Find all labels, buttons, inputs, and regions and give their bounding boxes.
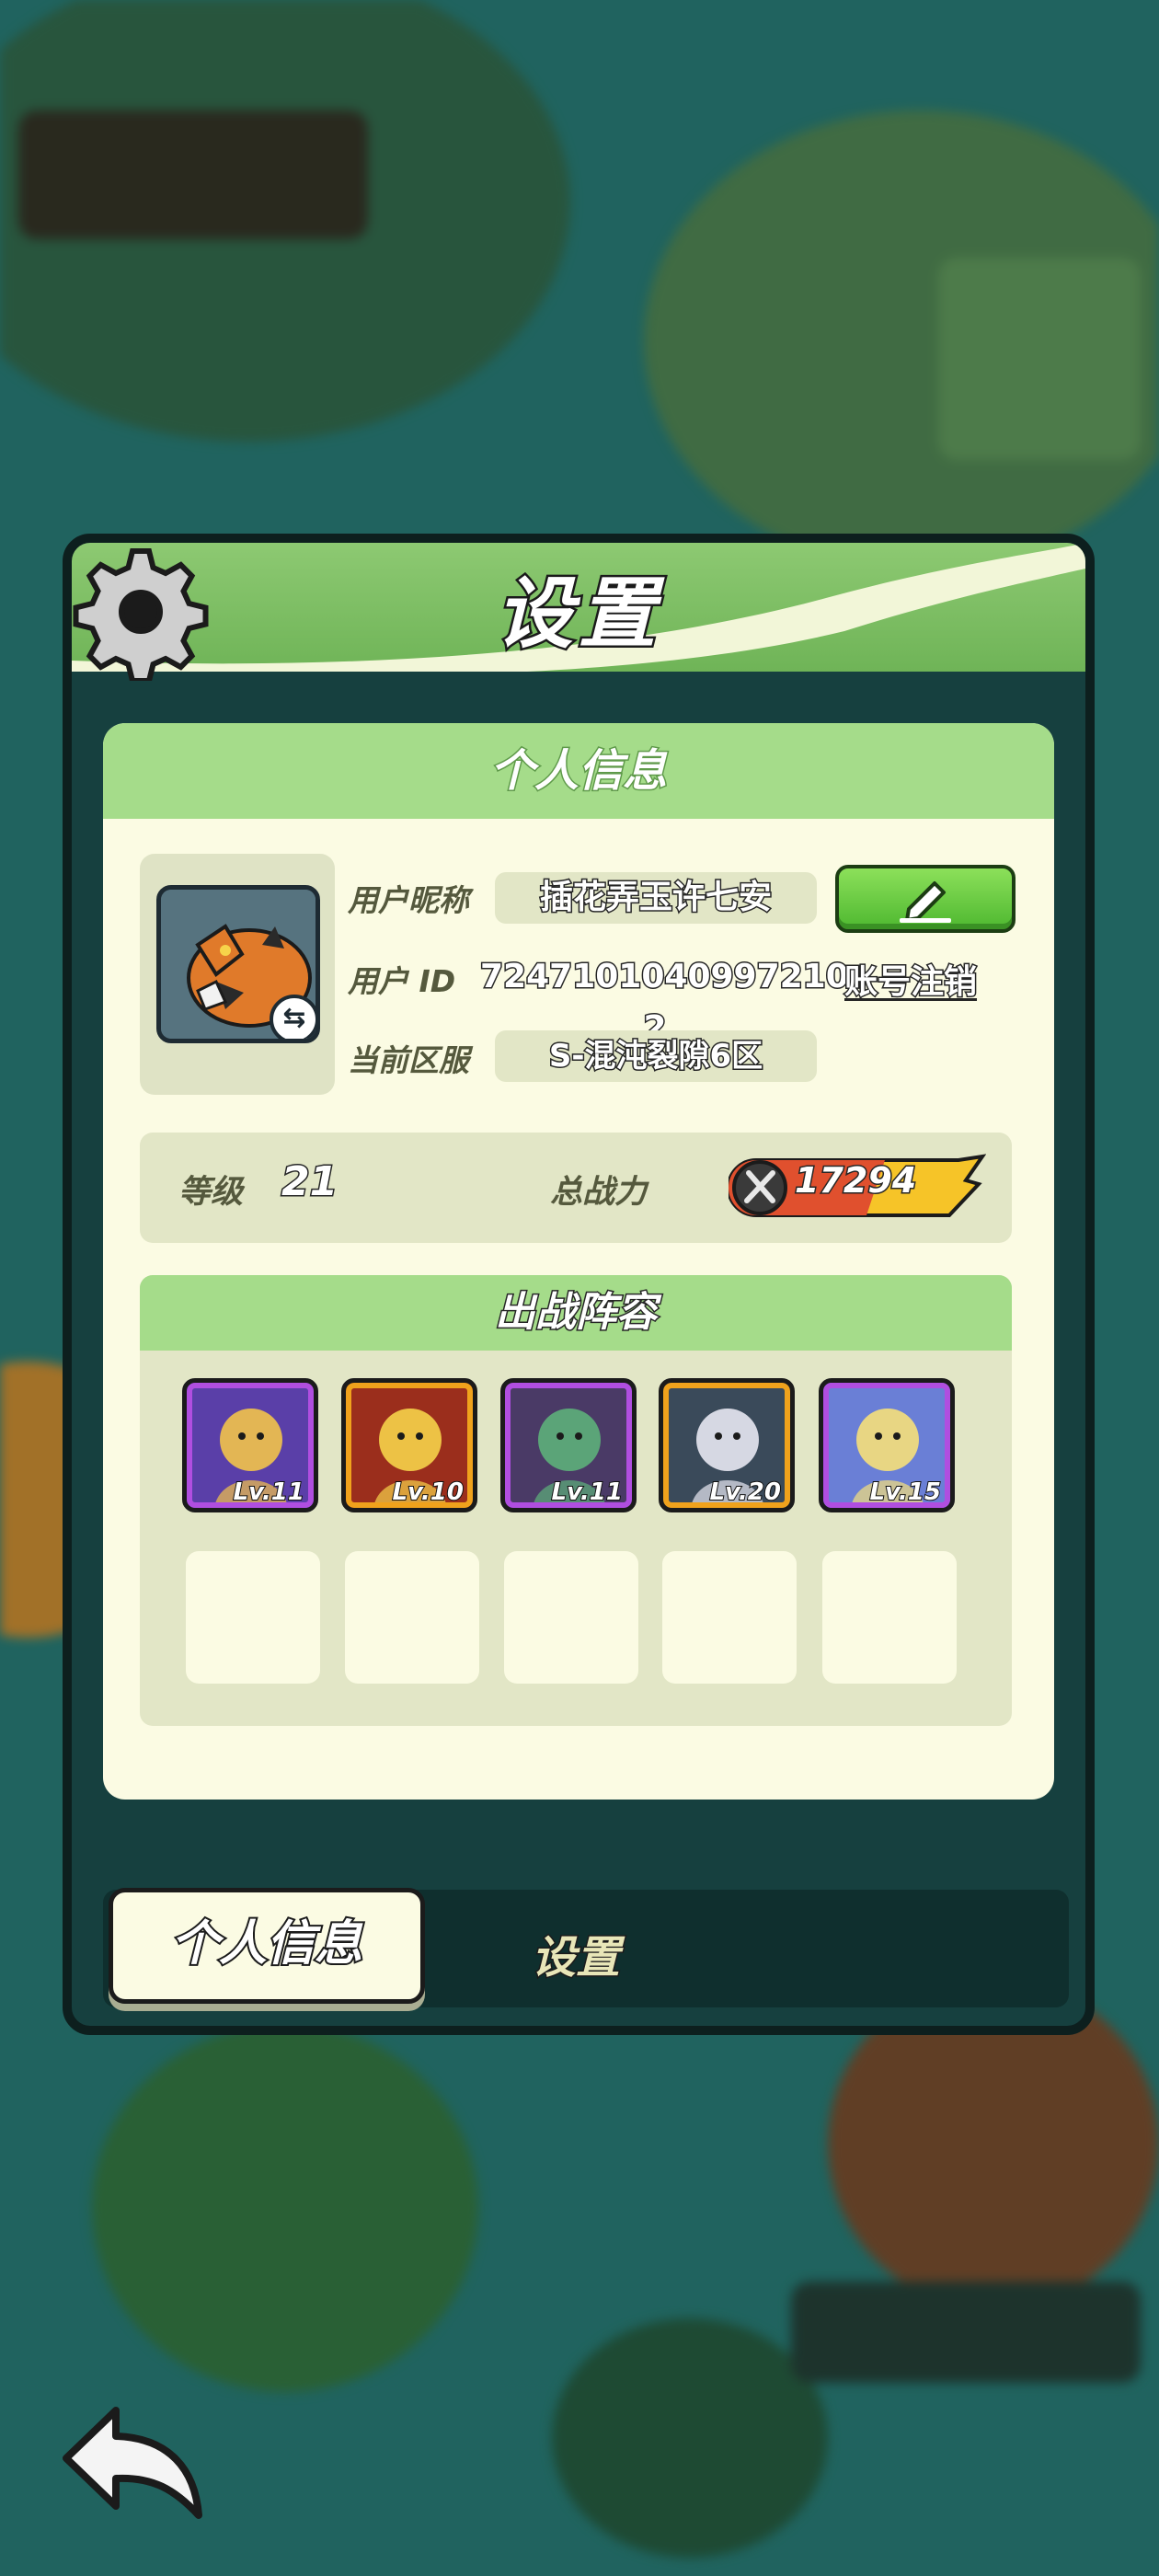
nickname-value: 插花弄玉许七安 bbox=[495, 872, 817, 924]
card-title: 个人信息 bbox=[103, 723, 1054, 819]
server-value: S-混沌裂隙6区 bbox=[495, 1030, 817, 1082]
power-value: 17294 bbox=[793, 1159, 917, 1202]
tab-settings[interactable]: 设置 bbox=[530, 1921, 621, 1985]
server-label: 当前区服 bbox=[348, 1042, 469, 1078]
settings-panel: 设置 个人信息 ⇆ 用户昵称 插花弄玉许七安 用户 ID 72471010409… bbox=[63, 534, 1095, 2035]
panel-title: 设置 bbox=[493, 567, 661, 661]
empty-hero-slot[interactable] bbox=[186, 1551, 320, 1684]
empty-hero-slot[interactable] bbox=[822, 1551, 957, 1684]
profile-card: 个人信息 ⇆ 用户昵称 插花弄玉许七安 用户 ID 72471010409972… bbox=[103, 723, 1054, 1800]
hero-card[interactable]: Lv.20 bbox=[659, 1378, 795, 1512]
hero-level: Lv.10 bbox=[392, 1478, 465, 1507]
battle-lineup: 出战阵容 Lv.11 Lv.10 Lv.11 Lv.20 Lv.15 bbox=[140, 1275, 1012, 1726]
level-label: 等级 bbox=[178, 1174, 244, 1211]
user-id-label: 用户 ID bbox=[348, 963, 456, 999]
empty-hero-slot[interactable] bbox=[504, 1551, 638, 1684]
hero-level: Lv.15 bbox=[869, 1478, 942, 1507]
hero-card[interactable]: Lv.15 bbox=[819, 1378, 955, 1512]
cancel-account-link[interactable]: 账号注销 bbox=[843, 955, 978, 1003]
hero-card[interactable]: Lv.11 bbox=[500, 1378, 637, 1512]
nickname-label: 用户昵称 bbox=[348, 882, 469, 918]
hero-card[interactable]: Lv.11 bbox=[182, 1378, 318, 1512]
pencil-icon bbox=[900, 881, 951, 923]
user-id-value: 7247101040997210 2 bbox=[479, 957, 851, 1049]
empty-hero-slot[interactable] bbox=[662, 1551, 797, 1684]
avatar-container: ⇆ bbox=[140, 854, 335, 1095]
avatar[interactable]: ⇆ bbox=[156, 885, 320, 1043]
lineup-title: 出战阵容 bbox=[140, 1275, 1012, 1351]
back-arrow-icon[interactable] bbox=[61, 2401, 208, 2521]
power-label: 总战力 bbox=[550, 1174, 648, 1211]
hero-card[interactable]: Lv.10 bbox=[341, 1378, 477, 1512]
tab-personal-info[interactable]: 个人信息 bbox=[109, 1888, 425, 2004]
level-value: 21 bbox=[280, 1157, 339, 1207]
stats-row: 等级 21 总战力 17294 bbox=[140, 1133, 1012, 1243]
panel-header: 设置 bbox=[72, 543, 1085, 681]
hero-level: Lv.11 bbox=[551, 1478, 624, 1507]
hero-level: Lv.20 bbox=[709, 1478, 782, 1507]
swap-avatar-icon[interactable]: ⇆ bbox=[270, 995, 316, 1039]
hero-level: Lv.11 bbox=[233, 1478, 305, 1507]
edit-nickname-button[interactable] bbox=[835, 865, 1016, 933]
empty-hero-slot[interactable] bbox=[345, 1551, 479, 1684]
